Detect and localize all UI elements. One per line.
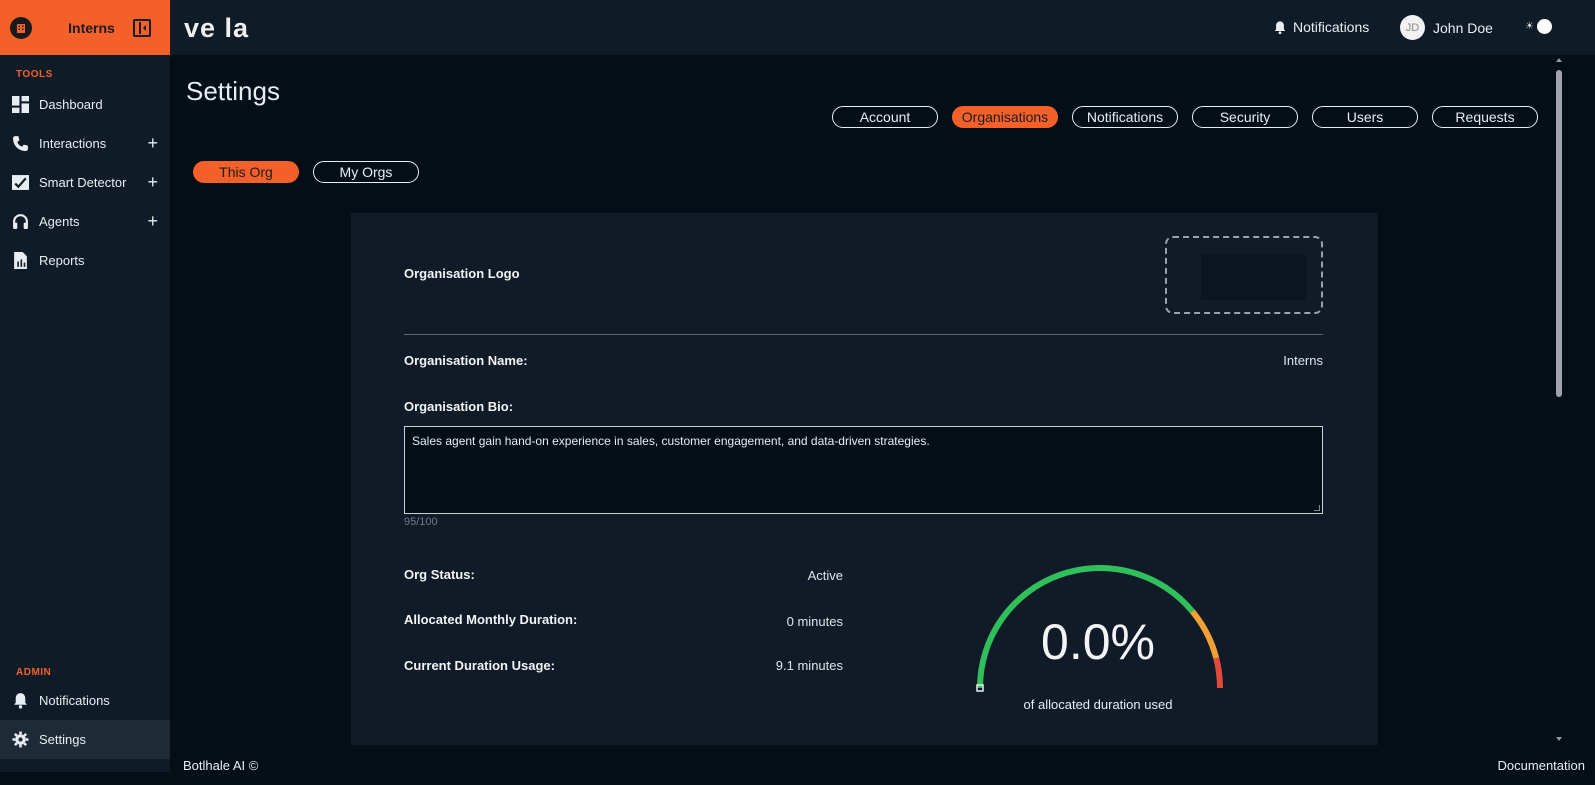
sidebar-item-settings[interactable]: Settings [0, 720, 170, 759]
org-switcher[interactable]: Interns [0, 0, 170, 55]
gear-icon [11, 731, 29, 749]
logo-preview [1201, 254, 1306, 300]
sidebar: Interns TOOLS Dashboard Interactions + S… [0, 0, 170, 772]
sidebar-item-smart-detector[interactable]: Smart Detector + [0, 163, 170, 202]
org-bio-text: Sales agent gain hand-on experience in s… [412, 434, 930, 448]
documentation-link[interactable]: Documentation [1498, 758, 1585, 773]
bell-icon [1274, 20, 1286, 34]
allocated-duration-value: 0 minutes [786, 614, 843, 629]
bio-char-counter: 95/100 [404, 516, 438, 528]
tab-requests[interactable]: Requests [1432, 106, 1538, 128]
sidebar-item-label: Interactions [39, 136, 107, 151]
user-menu[interactable]: JD John Doe [1400, 15, 1493, 40]
footer-copyright: Botlhale AI © [183, 758, 259, 773]
tab-users[interactable]: Users [1312, 106, 1418, 128]
org-status-label: Org Status: [404, 567, 475, 582]
org-subtabs: This Org My Orgs [193, 161, 433, 183]
collapse-sidebar-icon[interactable] [133, 18, 151, 37]
divider [404, 334, 1323, 335]
settings-tabs: Account Organisations Notifications Secu… [832, 106, 1552, 128]
sidebar-item-interactions[interactable]: Interactions + [0, 124, 170, 163]
logo-upload-dropzone[interactable] [1165, 236, 1323, 314]
org-logo-label: Organisation Logo [404, 266, 520, 281]
expand-plus-icon[interactable]: + [147, 212, 158, 230]
sidebar-item-label: Dashboard [39, 97, 103, 112]
allocated-duration-label: Allocated Monthly Duration: [404, 612, 578, 627]
sidebar-item-agents[interactable]: Agents + [0, 202, 170, 241]
phone-icon [11, 135, 29, 153]
gauge-caption: of allocated duration used [1023, 697, 1173, 712]
page-title: Settings [186, 76, 280, 106]
org-bio-label: Organisation Bio: [404, 399, 514, 414]
tools-section-label: TOOLS [16, 69, 53, 80]
footer: Botlhale AI © Documentation [170, 745, 1595, 785]
sidebar-item-label: Notifications [39, 693, 110, 708]
admin-section: ADMIN Notifications Settings [0, 667, 170, 759]
topbar: ve la Notifications JD John Doe ☀ [170, 0, 1595, 55]
building-icon [10, 16, 32, 39]
notifications-label: Notifications [1293, 19, 1370, 35]
dashboard-icon [11, 96, 29, 114]
notifications-link[interactable]: Notifications [1273, 19, 1369, 35]
tab-organisations[interactable]: Organisations [952, 106, 1058, 128]
expand-plus-icon[interactable]: + [147, 134, 158, 152]
page-scrollbar[interactable] [1553, 56, 1565, 745]
org-name-value: Interns [1283, 353, 1323, 368]
resize-handle-icon[interactable] [1314, 505, 1320, 511]
scroll-up-icon[interactable] [1556, 58, 1562, 62]
sidebar-item-dashboard[interactable]: Dashboard [0, 85, 170, 124]
logo-text: ve la [184, 13, 250, 43]
scroll-down-icon[interactable] [1556, 737, 1562, 741]
subtab-this-org[interactable]: This Org [193, 161, 299, 183]
theme-toggle[interactable]: ☀ [1525, 19, 1552, 34]
user-name: John Doe [1433, 19, 1493, 36]
subtab-my-orgs[interactable]: My Orgs [313, 161, 419, 183]
admin-section-label: ADMIN [16, 667, 52, 678]
current-usage-value: 9.1 minutes [775, 658, 843, 673]
toggle-knob [1536, 19, 1552, 34]
tab-security[interactable]: Security [1192, 106, 1298, 128]
chart-check-icon [11, 174, 29, 192]
sidebar-item-notifications[interactable]: Notifications [0, 681, 170, 720]
sidebar-item-label: Smart Detector [39, 175, 127, 190]
vela-logo[interactable]: ve la [184, 13, 249, 44]
tab-account[interactable]: Account [832, 106, 938, 128]
bell-icon [11, 692, 29, 710]
sidebar-item-label: Agents [39, 214, 80, 229]
headset-icon [11, 213, 29, 231]
org-settings-panel: Organisation Logo Organisation Name: Int… [351, 213, 1378, 745]
current-usage-label: Current Duration Usage: [404, 658, 555, 673]
avatar: JD [1400, 15, 1425, 40]
sidebar-item-reports[interactable]: Reports [0, 241, 170, 280]
org-name-label: Organisation Name: [404, 353, 528, 368]
tab-notifications[interactable]: Notifications [1072, 106, 1178, 128]
sun-icon: ☀ [1525, 21, 1534, 32]
org-name: Interns [68, 19, 115, 36]
sidebar-item-label: Reports [39, 253, 85, 268]
report-icon [11, 252, 29, 270]
expand-plus-icon[interactable]: + [147, 173, 158, 191]
gauge-value: 0.0% [1041, 614, 1155, 670]
scroll-thumb[interactable] [1556, 70, 1562, 397]
sidebar-item-label: Settings [39, 732, 86, 747]
org-bio-textarea[interactable]: Sales agent gain hand-on experience in s… [404, 426, 1323, 514]
org-status-value: Active [807, 568, 843, 583]
